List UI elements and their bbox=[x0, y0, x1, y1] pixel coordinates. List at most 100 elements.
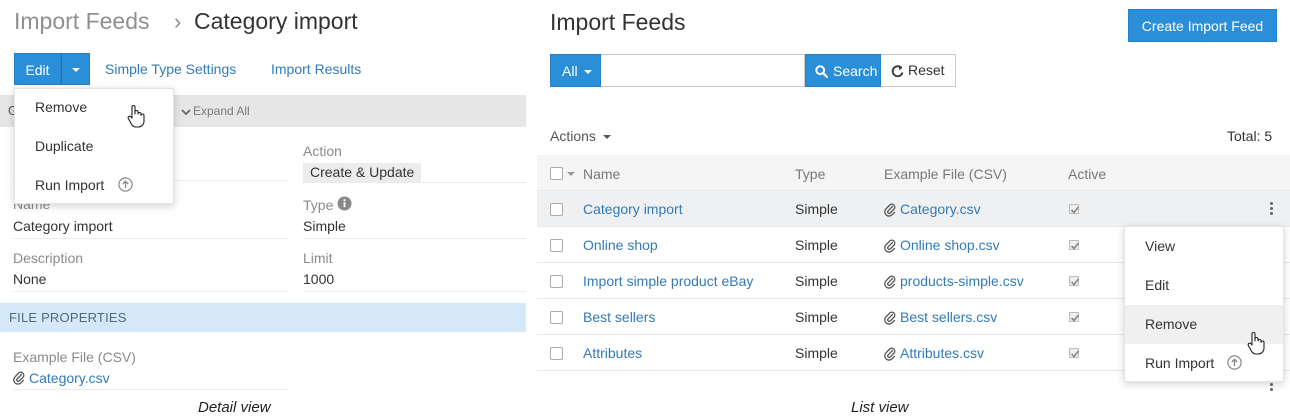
upload-circle-icon bbox=[118, 177, 133, 192]
active-checkbox bbox=[1069, 276, 1080, 286]
paperclip-icon bbox=[884, 275, 896, 289]
page-title: Import Feeds bbox=[550, 9, 686, 35]
edit-dropdown-toggle[interactable] bbox=[61, 53, 90, 85]
paperclip-icon bbox=[884, 203, 896, 217]
search-icon bbox=[815, 65, 828, 78]
select-all-checkbox[interactable] bbox=[550, 167, 563, 180]
caret-down-icon bbox=[72, 68, 80, 72]
type-label: Type bbox=[303, 197, 334, 213]
name-value: Category import bbox=[13, 218, 113, 234]
row-type: Simple bbox=[795, 201, 838, 217]
action-label: Action bbox=[303, 143, 342, 159]
create-import-feed-button[interactable]: Create Import Feed bbox=[1128, 9, 1277, 42]
page-title: Category import bbox=[194, 8, 358, 34]
divider bbox=[13, 291, 288, 292]
column-header-name[interactable]: Name bbox=[583, 166, 620, 182]
paperclip-icon bbox=[13, 371, 25, 385]
column-header-active[interactable]: Active bbox=[1068, 166, 1106, 182]
caption-list-view: List view bbox=[851, 399, 909, 416]
type-value: Simple bbox=[303, 218, 346, 234]
more-vertical-icon[interactable] bbox=[1270, 388, 1273, 391]
menu-item-run-import[interactable]: Run Import bbox=[1145, 355, 1214, 371]
actions-dropdown[interactable]: Actions bbox=[550, 128, 611, 144]
row-name-link[interactable]: Attributes bbox=[583, 345, 642, 361]
edit-dropdown-menu: Remove Duplicate Run Import bbox=[14, 88, 174, 204]
row-file-link[interactable]: Category.csv bbox=[900, 201, 981, 217]
divider bbox=[303, 291, 526, 292]
menu-item-view[interactable]: View bbox=[1145, 238, 1175, 254]
chevron-down-icon bbox=[181, 109, 191, 116]
row-name-link[interactable]: Best sellers bbox=[583, 309, 655, 325]
row-checkbox[interactable] bbox=[550, 275, 563, 288]
search-button[interactable]: Search bbox=[805, 54, 881, 87]
menu-item-remove[interactable]: Remove bbox=[35, 99, 87, 115]
caret-down-icon[interactable] bbox=[567, 172, 575, 176]
row-file-link[interactable]: Online shop.csv bbox=[900, 237, 1000, 253]
row-type: Simple bbox=[795, 237, 838, 253]
actions-label: Actions bbox=[550, 128, 596, 144]
divider bbox=[13, 389, 288, 390]
row-type: Simple bbox=[795, 273, 838, 289]
caption-detail-view: Detail view bbox=[198, 399, 271, 416]
menu-item-run-import[interactable]: Run Import bbox=[35, 177, 104, 193]
row-file-link[interactable]: Best sellers.csv bbox=[900, 309, 997, 325]
caret-down-icon bbox=[602, 135, 611, 140]
row-file-link[interactable]: products-simple.csv bbox=[900, 273, 1024, 289]
menu-item-remove[interactable]: Remove bbox=[1145, 316, 1197, 332]
more-vertical-icon[interactable] bbox=[1270, 383, 1273, 386]
active-checkbox bbox=[1069, 348, 1080, 358]
row-name-link[interactable]: Import simple product eBay bbox=[583, 273, 753, 289]
caret-down-icon bbox=[584, 70, 592, 74]
row-name-link[interactable]: Online shop bbox=[583, 237, 658, 253]
tab-import-results[interactable]: Import Results bbox=[271, 61, 361, 77]
row-checkbox[interactable] bbox=[550, 347, 563, 360]
example-file-label: Example File (CSV) bbox=[13, 349, 136, 365]
upload-circle-icon bbox=[1227, 355, 1242, 370]
expand-all-label: Expand All bbox=[193, 104, 250, 118]
description-label: Description bbox=[13, 250, 84, 266]
row-checkbox[interactable] bbox=[550, 311, 563, 324]
column-header-example-file: Example File (CSV) bbox=[884, 166, 1007, 182]
filter-all-button[interactable]: All bbox=[550, 54, 601, 87]
filter-all-label: All bbox=[562, 63, 578, 79]
row-actions-menu: View Edit Remove Run Import bbox=[1124, 226, 1284, 382]
tab-simple-type-settings[interactable]: Simple Type Settings bbox=[105, 61, 236, 77]
divider bbox=[303, 238, 526, 239]
table-header: Name Type Example File (CSV) Active bbox=[537, 155, 1290, 191]
reset-button[interactable]: Reset bbox=[881, 54, 956, 87]
more-vertical-icon[interactable] bbox=[1270, 202, 1273, 205]
paperclip-icon bbox=[884, 347, 896, 361]
menu-item-duplicate[interactable]: Duplicate bbox=[35, 138, 93, 154]
limit-value: 1000 bbox=[303, 271, 335, 287]
active-checkbox bbox=[1069, 312, 1080, 322]
more-vertical-icon[interactable] bbox=[1270, 207, 1273, 210]
breadcrumb-separator: › bbox=[174, 9, 182, 34]
list-view: Import Feeds Create Import Feed All Sear… bbox=[537, 0, 1290, 420]
expand-all-link[interactable]: Expand All bbox=[181, 104, 250, 118]
more-vertical-icon[interactable] bbox=[1270, 212, 1273, 215]
search-input[interactable] bbox=[601, 54, 805, 87]
row-checkbox[interactable] bbox=[550, 203, 563, 216]
row-type: Simple bbox=[795, 345, 838, 361]
limit-label: Limit bbox=[303, 250, 333, 266]
edit-button[interactable]: Edit bbox=[14, 53, 61, 85]
row-file-link[interactable]: Attributes.csv bbox=[900, 345, 984, 361]
menu-item-edit[interactable]: Edit bbox=[1145, 277, 1169, 293]
row-type: Simple bbox=[795, 309, 838, 325]
row-name-link[interactable]: Category import bbox=[583, 201, 683, 217]
divider bbox=[13, 238, 288, 239]
hand-pointer-icon bbox=[127, 104, 145, 128]
file-properties-header: FILE PROPERTIES bbox=[0, 303, 526, 332]
table-row: Category import Simple Category.csv bbox=[537, 191, 1290, 227]
reset-button-label: Reset bbox=[908, 62, 945, 78]
detail-view: Import Feeds › Category import Edit Simp… bbox=[0, 0, 526, 420]
column-header-type[interactable]: Type bbox=[795, 166, 825, 182]
hand-pointer-icon bbox=[1247, 331, 1265, 355]
info-icon[interactable] bbox=[337, 196, 352, 211]
row-checkbox[interactable] bbox=[550, 239, 563, 252]
active-checkbox bbox=[1069, 204, 1080, 214]
description-value: None bbox=[13, 271, 47, 287]
breadcrumb-parent[interactable]: Import Feeds bbox=[14, 8, 150, 35]
example-file-link[interactable]: Category.csv bbox=[29, 370, 110, 386]
divider bbox=[303, 182, 526, 183]
